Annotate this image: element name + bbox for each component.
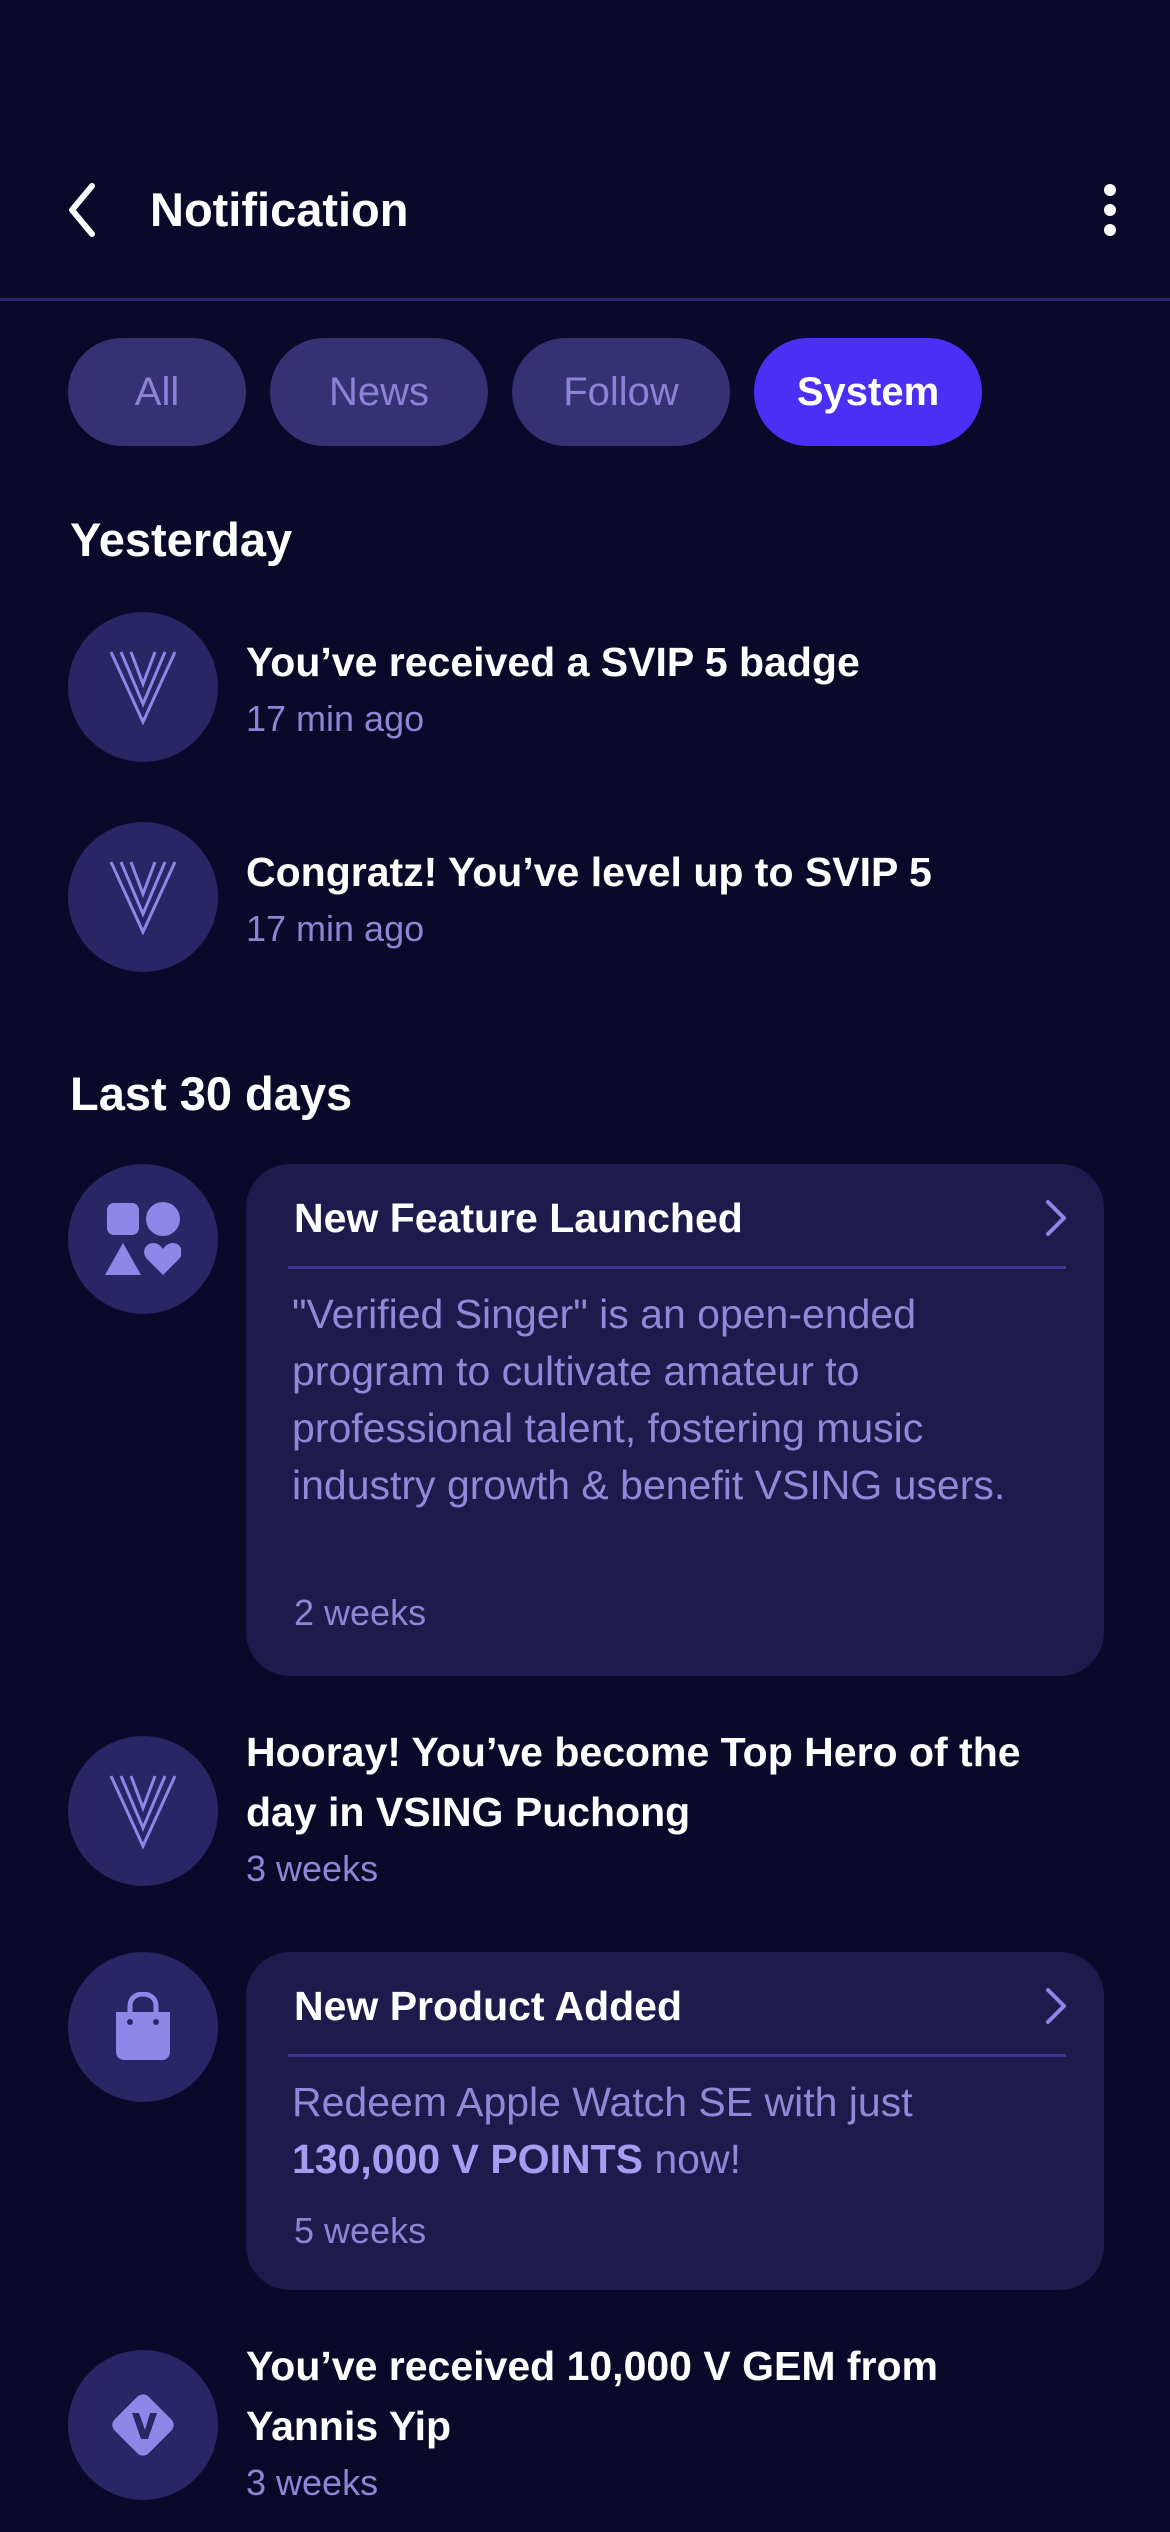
notification-time: 17 min ago (246, 698, 425, 739)
notification-time: 3 weeks (246, 1848, 379, 1889)
v-gem-icon (112, 2394, 174, 2456)
card-header: New Feature Launched (294, 1186, 1068, 1250)
chevron-right-icon (1046, 1988, 1066, 2024)
feature-card[interactable]: New Feature Launched "Verified Singer" i… (246, 1164, 1104, 1676)
tab-all[interactable]: All (68, 338, 246, 446)
tab-follow[interactable]: Follow (512, 338, 730, 446)
vsing-logo-icon (109, 651, 177, 725)
list-item[interactable]: You’ve received a SVIP 5 badge 17 min ag… (246, 632, 1126, 742)
list-item[interactable]: Hooray! You’ve become Top Hero of the da… (246, 1722, 1066, 1892)
vsing-logo-icon (109, 861, 177, 935)
app-header: Notification (0, 150, 1170, 270)
card-body-prefix: Redeem Apple Watch SE with just (292, 2079, 913, 2125)
more-vertical-icon (1104, 184, 1116, 236)
section-title-last-30-days: Last 30 days (70, 1067, 353, 1120)
list-item[interactable]: You’ve received 10,000 V GEM from Yannis… (246, 2336, 1066, 2506)
card-time: 5 weeks (294, 2210, 427, 2251)
notification-avatar (68, 1952, 218, 2102)
card-header: New Product Added (294, 1974, 1068, 2038)
notification-title: You’ve received a SVIP 5 badge (246, 639, 860, 685)
shapes-icon (105, 1202, 181, 1275)
notification-screen: Notification All News Follow System Yest… (0, 0, 1170, 2532)
notification-avatar (68, 822, 218, 972)
page-title: Notification (150, 183, 409, 236)
notification-time: 3 weeks (246, 2462, 379, 2503)
notification-title: You’ve received 10,000 V GEM from Yannis… (246, 2343, 938, 2449)
card-title: New Feature Launched (294, 1194, 743, 1241)
header-divider (0, 298, 1170, 301)
card-body: Redeem Apple Watch SE with just 130,000 … (292, 2074, 1044, 2188)
filter-tabs: All News Follow System (68, 338, 982, 446)
card-title: New Product Added (294, 1982, 682, 2029)
notification-avatar (68, 612, 218, 762)
back-button[interactable] (52, 180, 112, 240)
tab-news[interactable]: News (270, 338, 488, 446)
vsing-logo-icon (109, 1775, 177, 1849)
list-item[interactable]: Congratz! You’ve level up to SVIP 5 17 m… (246, 842, 1126, 952)
notification-title: Congratz! You’ve level up to SVIP 5 (246, 849, 932, 895)
card-divider (288, 2054, 1066, 2057)
more-options-button[interactable] (1085, 180, 1135, 240)
tab-system[interactable]: System (754, 338, 982, 446)
card-divider (288, 1266, 1066, 1269)
notification-time: 17 min ago (246, 908, 425, 949)
card-body-suffix: now! (654, 2136, 741, 2182)
notification-avatar (68, 1736, 218, 1886)
chevron-left-icon (69, 183, 95, 237)
points-highlight: 130,000 V POINTS (292, 2136, 643, 2182)
chevron-right-icon (1046, 1200, 1066, 1236)
product-card[interactable]: New Product Added Redeem Apple Watch SE … (246, 1952, 1104, 2290)
card-time: 2 weeks (294, 1592, 427, 1633)
section-title-yesterday: Yesterday (70, 513, 293, 566)
shopping-bag-icon (116, 1992, 170, 2060)
notification-title: Hooray! You’ve become Top Hero of the da… (246, 1729, 1021, 1835)
notification-avatar (68, 1164, 218, 1314)
notification-avatar (68, 2350, 218, 2500)
card-body: "Verified Singer" is an open-ended progr… (292, 1291, 1006, 1508)
